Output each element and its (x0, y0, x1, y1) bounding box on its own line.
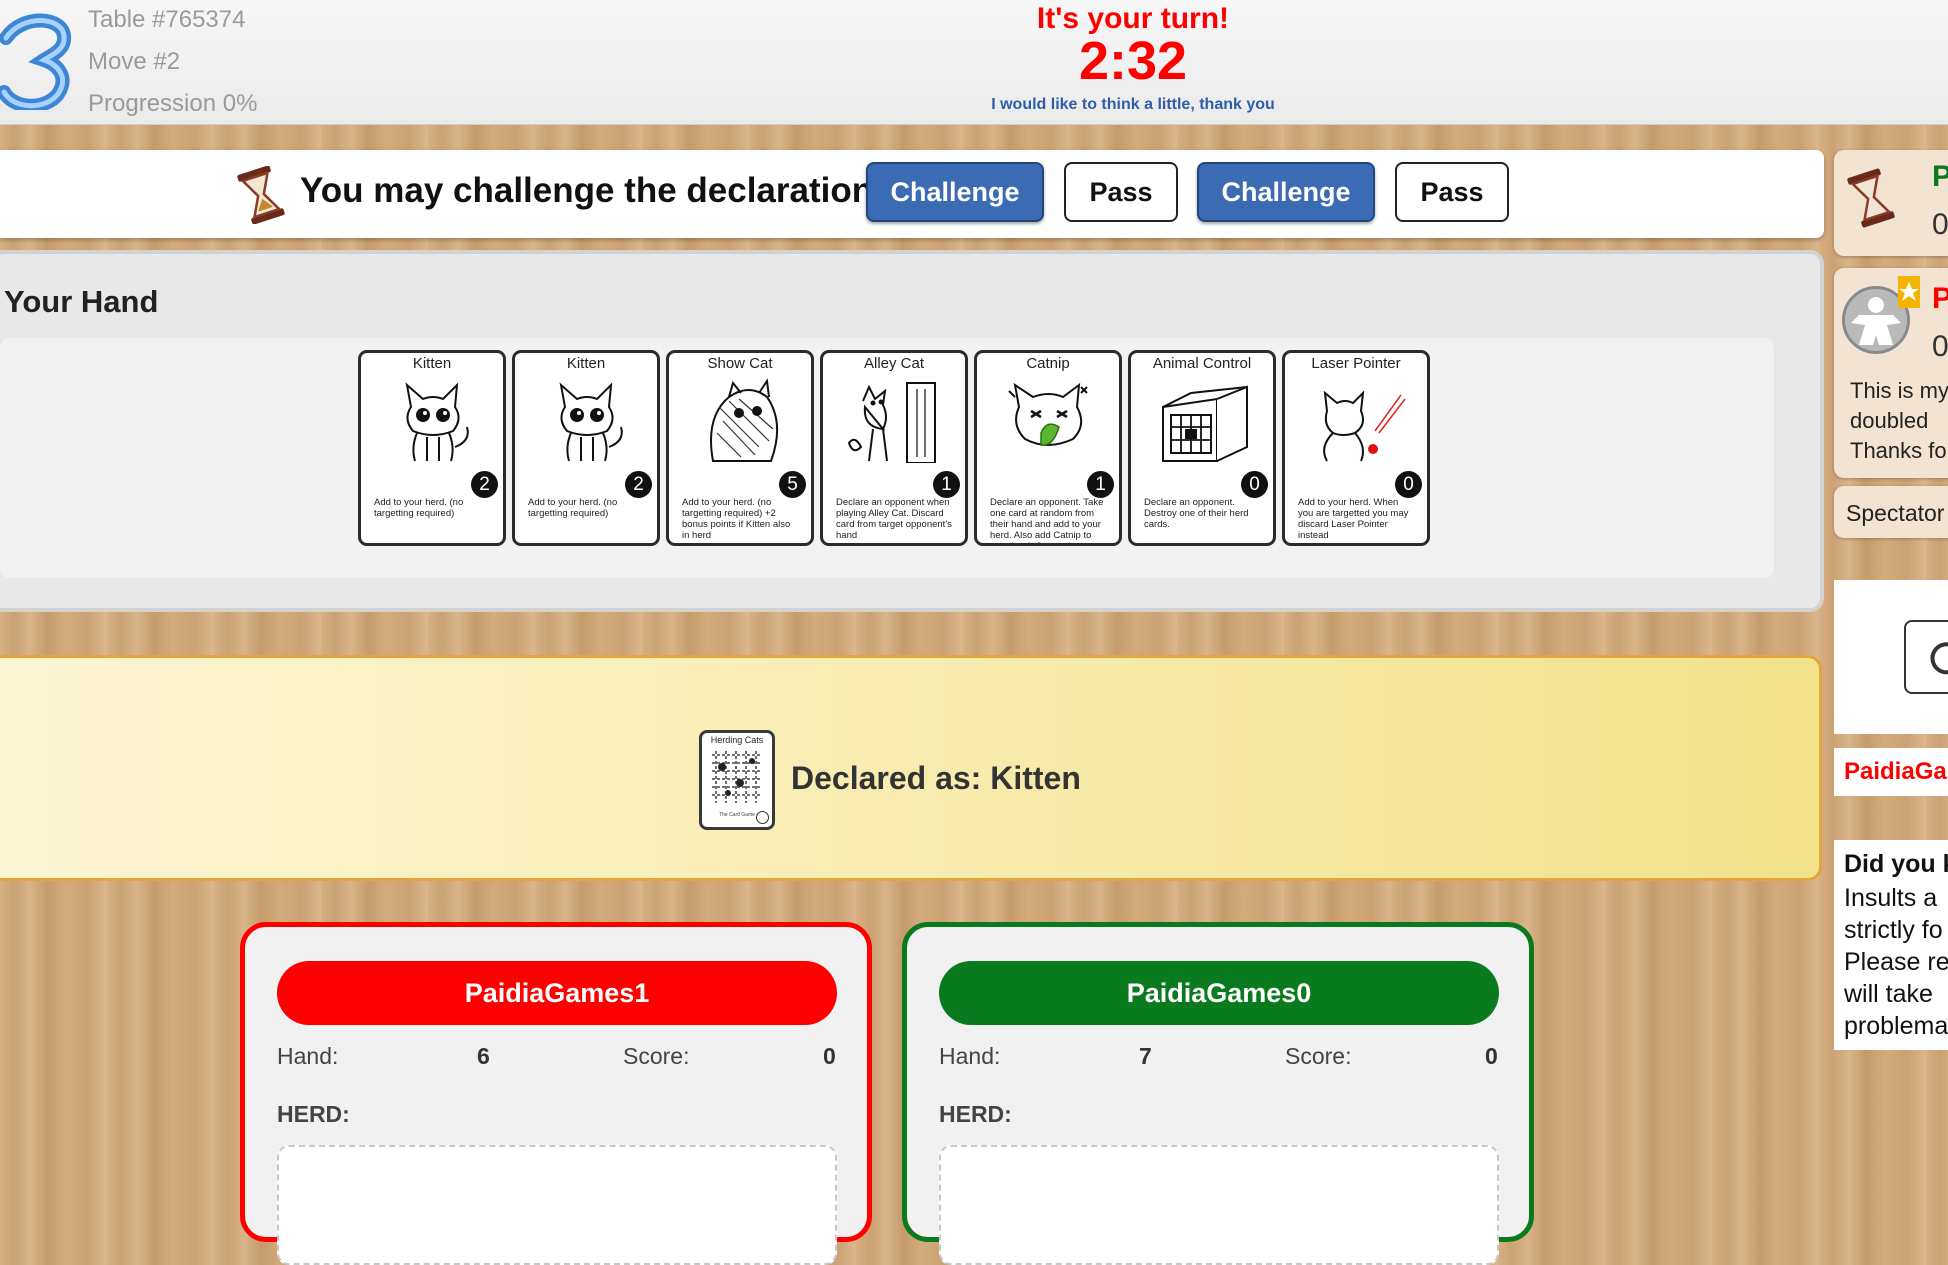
player-initial: P (1932, 160, 1948, 193)
hand-card-kitten-2[interactable]: Kitten 2 Add to your herd. (no targettin… (512, 350, 660, 546)
laser-pointer-drawing-icon (1323, 390, 1406, 462)
challenge-button-2[interactable]: Challenge (1197, 162, 1375, 222)
star-badge-icon (1898, 276, 1920, 308)
herd-area (939, 1145, 1499, 1265)
card-name: Kitten (412, 355, 452, 372)
hourglass-icon (1847, 168, 1895, 228)
alley-cat-drawing-icon (847, 382, 936, 463)
card-text: Add to your herd. (no targetting require… (374, 497, 464, 519)
pass-button[interactable]: Pass (1064, 162, 1178, 222)
herd-label: HERD: (277, 1101, 350, 1127)
tip-box: Did you k Insults a strictly fo Please r… (1834, 840, 1948, 1050)
herd-area (277, 1145, 837, 1265)
tip-text: Insults a strictly fo Please re will tak… (1844, 884, 1948, 1040)
card-name: Kitten (566, 355, 606, 372)
hand-card-kitten[interactable]: Kitten 2 Add to your herd. (no targettin… (358, 350, 506, 546)
challenge-message: You may challenge the declaration (300, 171, 874, 210)
declared-card-back: Herding Cats The Card Game (699, 730, 775, 830)
card-name: Show Cat (707, 355, 773, 372)
chat-player-name: PaidiaGa (1844, 758, 1947, 785)
top-bar: Table #765374 Move #2 Progression 0% It'… (0, 0, 1948, 125)
mini-card-title: Herding Cats (710, 735, 764, 745)
show-cat-drawing-icon (710, 378, 779, 462)
score-value: 0 (823, 1043, 836, 1069)
player-note: This is my doubled Thanks fo (1850, 378, 1948, 463)
hand-card-show-cat[interactable]: Show Cat 5 Add to your herd. (no targett… (666, 350, 814, 546)
player-board-paidiagames0[interactable]: P 0 (1834, 150, 1948, 256)
card-value: 2 (471, 471, 498, 498)
sidebar-tools (1834, 580, 1948, 734)
hand-count: 7 (1139, 1043, 1152, 1069)
herd-label: HERD: (939, 1101, 1012, 1127)
hourglass-icon (237, 166, 285, 224)
kitten-drawing-icon (405, 382, 469, 462)
card-name: Catnip (1026, 355, 1070, 372)
score-label: Score: (1285, 1043, 1352, 1069)
card-text: Add to your herd. (no targetting require… (528, 497, 618, 519)
challenge-button[interactable]: Challenge (866, 162, 1044, 222)
card-value: 5 (779, 471, 806, 498)
card-value: 0 (1395, 471, 1422, 498)
score-value: 0 (1485, 1043, 1498, 1069)
pass-button-2[interactable]: Pass (1395, 162, 1509, 222)
chat-tab[interactable]: PaidiaGa (1834, 748, 1948, 796)
card-text: Add to your herd. When you are targetted… (1298, 497, 1409, 541)
catnip-drawing-icon (1008, 382, 1088, 446)
hand-panel: Your Hand Kitten 2 Add to your herd. (no… (0, 250, 1824, 612)
card-value: 0 (1241, 471, 1268, 498)
player-board-paidiagames1[interactable]: P 0 This is my doubled Thanks fo (1834, 268, 1948, 478)
hand-card-alley-cat[interactable]: Alley Cat 1 Declare an opponent when pla… (820, 350, 968, 546)
card-text: Declare an opponent when playing Alley C… (836, 497, 952, 541)
spectators-label: Spectator (1846, 500, 1945, 526)
card-text: Add to your herd. (no targetting require… (682, 497, 791, 541)
animal-control-drawing-icon (1162, 385, 1248, 462)
player-name: PaidiaGames0 (939, 961, 1499, 1025)
action-bar: You may challenge the declaration Challe… (0, 150, 1824, 238)
score-label: Score: (623, 1043, 690, 1069)
turn-timer: 2:32 (1078, 31, 1188, 91)
declared-as-text: Declared as: Kitten (791, 760, 1081, 796)
player-panel-paidiagames0: PaidiaGames0 Hand: 7 Score: 0 HERD: (902, 922, 1534, 1265)
card-name: Laser Pointer (1311, 355, 1401, 372)
tip-title: Did you k (1844, 850, 1948, 878)
hand-card-catnip[interactable]: Catnip 1 Declare an opponent. Take one c… (974, 350, 1122, 546)
hand-label: Hand: (939, 1043, 1001, 1069)
herding-cats-pattern-icon (712, 751, 762, 803)
player-score: 0 (1932, 330, 1948, 363)
card-text: Declare an opponent. Take one card at ra… (990, 497, 1104, 543)
card-name: Alley Cat (863, 355, 925, 372)
hand-count: 6 (477, 1043, 490, 1069)
player-initial: P (1932, 282, 1948, 315)
card-value: 1 (1087, 471, 1114, 498)
undo-icon (1930, 642, 1948, 675)
hand-label: Hand: (277, 1043, 339, 1069)
hand-card-animal-control[interactable]: Animal Control 0 Declare an opponent. De… (1128, 350, 1276, 546)
hand-title: Your Hand (4, 284, 159, 319)
kitten-drawing-icon (559, 382, 623, 462)
player-panel-paidiagames1: PaidiaGames1 Hand: 6 Score: 0 HERD: (240, 922, 872, 1265)
card-value: 1 (933, 471, 960, 498)
undo-button[interactable] (1904, 620, 1948, 694)
player-score: 0 (1932, 208, 1948, 241)
spectators-toggle[interactable]: Spectator (1834, 486, 1948, 538)
think-link[interactable]: I would like to think a little, thank yo… (0, 96, 1948, 114)
player-name: PaidiaGames1 (277, 961, 837, 1025)
card-value: 2 (625, 471, 652, 498)
declared-panel: Herding Cats The Card Game Declared as: … (0, 655, 1822, 881)
hand-card-laser-pointer[interactable]: Laser Pointer 0 Add to your herd. When y… (1282, 350, 1430, 546)
card-text: Declare an opponent. Destroy one of thei… (1144, 497, 1249, 530)
card-badge-icon (756, 811, 769, 824)
card-name: Animal Control (1152, 355, 1252, 372)
